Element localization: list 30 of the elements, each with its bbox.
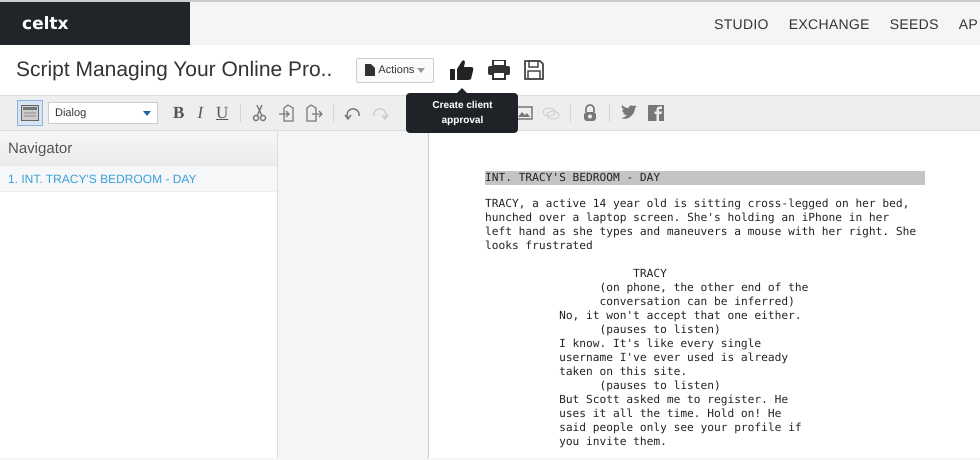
tooltip-arrow-icon <box>457 88 468 93</box>
underline-button[interactable]: U <box>212 103 232 123</box>
nav-link[interactable]: AP <box>958 16 978 32</box>
tooltip: Create client approval <box>406 93 518 133</box>
italic-button[interactable]: I <box>193 103 208 123</box>
action-text: TRACY, a active 14 year old is sitting cross-legged on her bed, hunched over a laptop screen. She's holding an iPhone in her left hand as she types and maneuvers a mouse with her right. She looks frustrated <box>485 197 918 253</box>
layout-toggle-button[interactable] <box>17 100 43 126</box>
dialogue-text: But Scott asked me to register. He uses it all the time. Hold on! He said people only see your profile if you invite them. <box>559 393 803 449</box>
nav-link[interactable]: SEEDS <box>890 16 939 32</box>
caret-icon <box>143 110 151 116</box>
actions-dropdown[interactable]: Actions <box>356 58 434 82</box>
parenthetical-text: (pauses to listen) <box>600 323 722 337</box>
print-icon[interactable] <box>488 60 510 80</box>
thumbs-up-icon[interactable] <box>450 59 474 81</box>
scene-heading: INT. TRACY'S BEDROOM - DAY <box>485 171 925 185</box>
bold-button[interactable]: B <box>169 103 188 123</box>
document-title: Script Managing Your Online Pro.. <box>16 58 332 82</box>
caret-icon <box>417 68 426 72</box>
logo-text[interactable]: celtx <box>22 14 69 34</box>
dialogue-text: I know. It's like every single username I've ever used is already taken on this site. <box>559 337 790 379</box>
nav-link[interactable]: STUDIO <box>714 16 769 32</box>
character-name: TRACY <box>633 267 668 281</box>
style-select[interactable]: Dialog <box>48 102 158 124</box>
nav-link[interactable]: EXCHANGE <box>788 16 870 32</box>
save-icon[interactable] <box>524 60 544 80</box>
document-icon <box>365 64 376 76</box>
dialogue-text: No, it won't accept that one either. <box>559 309 803 323</box>
parenthetical-text: (on phone, the other end of the conversation can be inferred) <box>600 281 810 309</box>
parenthetical-text: (pauses to listen) <box>600 379 722 393</box>
navigator-header: Navigator <box>0 131 277 166</box>
